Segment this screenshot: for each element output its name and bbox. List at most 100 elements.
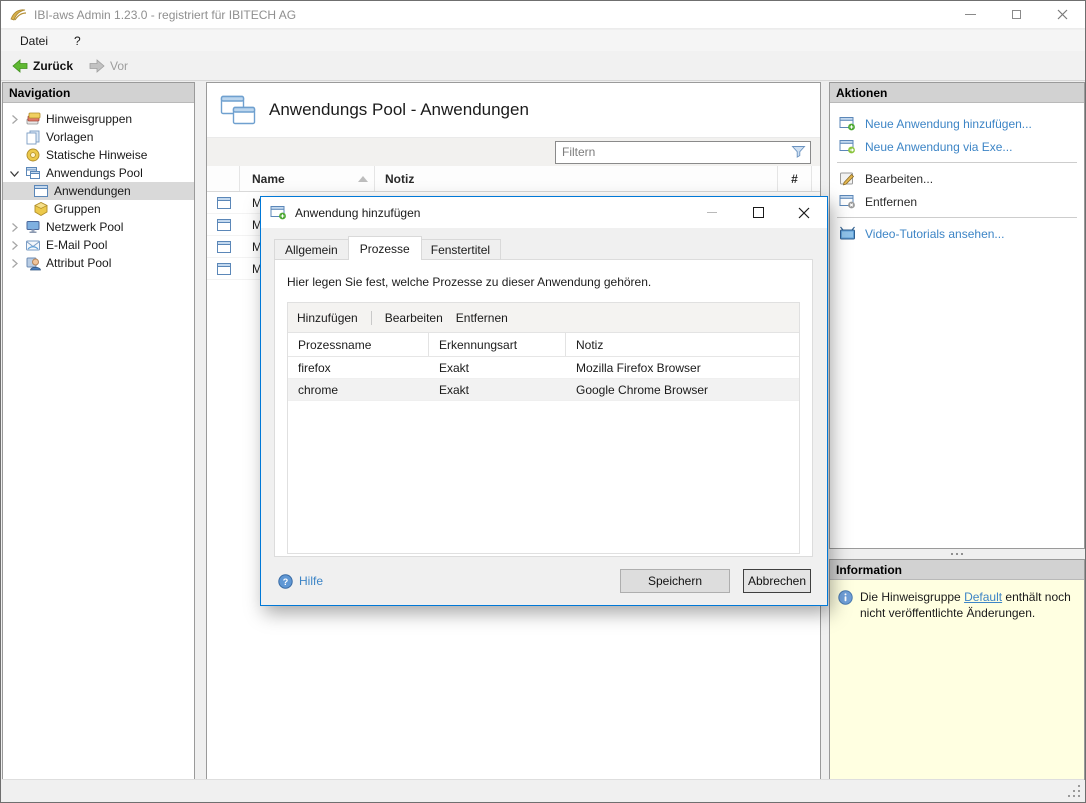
nav-item-anwendungen[interactable]: Anwendungen — [3, 182, 194, 200]
chevron-down-icon[interactable] — [9, 168, 20, 179]
dialog-maximize-button[interactable] — [735, 197, 781, 228]
applications-icon — [33, 183, 49, 199]
splitter-grip-dot — [956, 553, 958, 555]
note-column-header[interactable]: Notiz — [566, 333, 799, 356]
nav-item-vorlagen[interactable]: Vorlagen — [3, 128, 194, 146]
tab-allgemein[interactable]: Allgemein — [274, 239, 349, 260]
tab-fenstertitel[interactable]: Fenstertitel — [421, 239, 501, 260]
nav-item-statische-hinweise[interactable]: Statische Hinweise — [3, 146, 194, 164]
nav-item-netzwerk-pool[interactable]: Netzwerk Pool — [3, 218, 194, 236]
count-column-header[interactable]: # — [778, 166, 812, 191]
back-button[interactable]: Zurück — [7, 56, 78, 76]
nav-item-label: Anwendungen — [54, 184, 131, 198]
process-row[interactable]: firefox Exakt Mozilla Firefox Browser — [288, 357, 799, 379]
toolbar-separator — [371, 311, 372, 325]
dialog-minimize-button[interactable] — [689, 197, 735, 228]
nav-item-email-pool[interactable]: E-Mail Pool — [3, 236, 194, 254]
panel-splitter[interactable] — [829, 549, 1085, 559]
nav-item-attribut-pool[interactable]: Attribut Pool — [3, 254, 194, 272]
actions-panel-header: Aktionen — [830, 83, 1084, 103]
menu-datei[interactable]: Datei — [11, 32, 57, 50]
minimize-icon — [965, 14, 976, 15]
navigation-tree: Hinweisgruppen Vorlagen Statische Hinwei… — [3, 103, 194, 272]
process-add-button[interactable]: Hinzufügen — [297, 311, 358, 325]
default-group-link[interactable]: Default — [964, 590, 1002, 604]
help-label: Hilfe — [299, 574, 323, 588]
icon-column-header[interactable] — [207, 166, 240, 191]
application-window-icon — [216, 239, 232, 255]
chevron-right-icon[interactable] — [9, 240, 20, 251]
tab-prozesse[interactable]: Prozesse — [348, 236, 422, 260]
nav-item-anwendungs-pool[interactable]: Anwendungs Pool — [3, 164, 194, 182]
nav-item-hinweisgruppen[interactable]: Hinweisgruppen — [3, 110, 194, 128]
process-detection: Exakt — [429, 361, 566, 375]
minimize-button[interactable] — [947, 1, 993, 28]
dialog-body: Allgemein Prozesse Fenstertitel Hier leg… — [261, 228, 827, 557]
process-remove-button[interactable]: Entfernen — [456, 311, 508, 325]
close-icon — [1057, 9, 1068, 20]
notice-groups-icon — [25, 111, 41, 127]
back-label: Zurück — [33, 59, 73, 73]
action-new-application[interactable]: Neue Anwendung hinzufügen... — [830, 112, 1084, 135]
nav-item-label: E-Mail Pool — [46, 238, 107, 252]
save-button[interactable]: Speichern — [620, 569, 730, 593]
process-row[interactable]: chrome Exakt Google Chrome Browser — [288, 379, 799, 401]
name-column-header[interactable]: Name — [240, 166, 375, 191]
main-header: Anwendungs Pool - Anwendungen — [207, 83, 820, 137]
actions-separator — [837, 162, 1077, 163]
forward-arrow-icon — [89, 59, 105, 73]
titlebar: IBI-aws Admin 1.23.0 - registriert für I… — [1, 1, 1085, 29]
resize-grip[interactable] — [1068, 785, 1080, 797]
static-notices-icon — [25, 147, 41, 163]
splitter-grip-dot — [961, 553, 963, 555]
page-title: Anwendungs Pool - Anwendungen — [269, 100, 529, 120]
process-detection: Exakt — [429, 383, 566, 397]
filter-input[interactable] — [556, 145, 791, 159]
action-video-tutorials[interactable]: Video-Tutorials ansehen... — [830, 222, 1084, 245]
app-pool-large-icon — [220, 95, 256, 126]
process-edit-button[interactable]: Bearbeiten — [385, 311, 443, 325]
detection-column-header[interactable]: Erkennungsart — [429, 333, 566, 356]
status-bar — [2, 779, 1084, 801]
app-window: IBI-aws Admin 1.23.0 - registriert für I… — [0, 0, 1086, 803]
action-new-application-via-exe[interactable]: Neue Anwendung via Exe... — [830, 135, 1084, 158]
action-edit[interactable]: Bearbeiten... — [830, 167, 1084, 190]
dialog-footer: ? Hilfe Speichern Abbrechen — [261, 557, 827, 609]
minimize-icon — [707, 212, 717, 213]
chevron-right-icon[interactable] — [9, 222, 20, 233]
sort-ascending-icon — [358, 176, 368, 182]
nav-item-label: Netzwerk Pool — [46, 220, 123, 234]
cancel-button[interactable]: Abbrechen — [743, 569, 811, 593]
edit-pencil-icon — [839, 171, 856, 186]
notiz-column-header[interactable]: Notiz — [375, 166, 778, 191]
navigation-panel: Navigation Hinweisgruppen Vorlagen Stati… — [2, 82, 195, 780]
menu-help[interactable]: ? — [65, 32, 90, 50]
help-link[interactable]: ? Hilfe — [278, 574, 323, 589]
application-window-icon — [216, 195, 232, 211]
header-filler — [812, 166, 820, 191]
information-panel: Information Die Hinweisgruppe Default en… — [829, 559, 1085, 780]
tv-icon — [839, 226, 856, 241]
filter-funnel-icon[interactable] — [791, 145, 806, 159]
maximize-icon — [1012, 10, 1021, 19]
prozesse-tab-panel: Hier legen Sie fest, welche Prozesse zu … — [274, 259, 813, 557]
forward-button[interactable]: Vor — [84, 56, 133, 76]
maximize-button[interactable] — [993, 1, 1039, 28]
process-note: Google Chrome Browser — [566, 383, 799, 397]
close-button[interactable] — [1039, 1, 1085, 28]
process-note: Mozilla Firefox Browser — [566, 361, 799, 375]
chevron-right-icon[interactable] — [9, 114, 20, 125]
action-remove[interactable]: Entfernen — [830, 190, 1084, 213]
window-title: IBI-aws Admin 1.23.0 - registriert für I… — [34, 8, 296, 22]
splitter-grip-dot — [951, 553, 953, 555]
filter-box — [555, 141, 811, 164]
close-icon — [798, 207, 810, 219]
action-label: Entfernen — [865, 195, 917, 209]
nav-item-gruppen[interactable]: Gruppen — [3, 200, 194, 218]
dialog-close-button[interactable] — [781, 197, 827, 228]
application-window-icon — [216, 217, 232, 233]
add-application-icon — [270, 205, 287, 220]
chevron-right-icon[interactable] — [9, 258, 20, 269]
process-column-header[interactable]: Prozessname — [288, 333, 429, 356]
new-application-exe-icon — [839, 139, 856, 154]
